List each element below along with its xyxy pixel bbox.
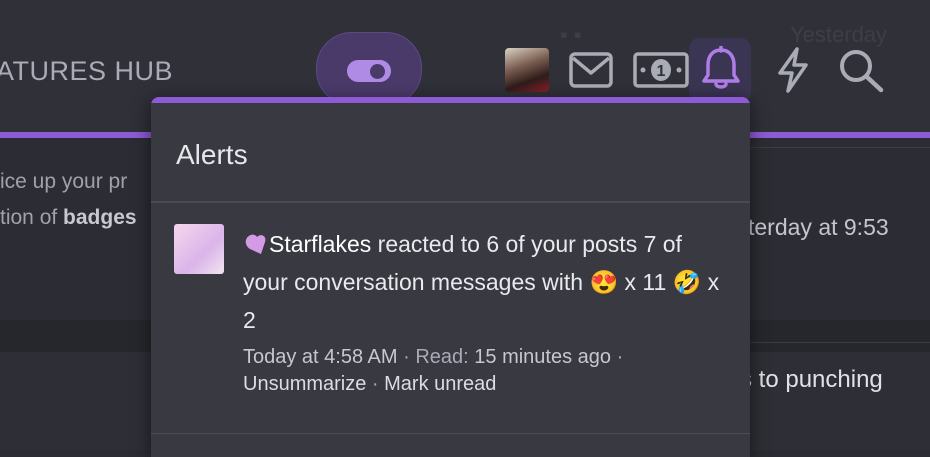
ghost-header-item: ▪ ▪ [560,22,582,47]
toggle-icon [347,60,391,82]
read-label: Read: [415,346,469,368]
user-avatar[interactable] [505,48,549,92]
background-divider [750,147,930,148]
background-text-line2: tion of badges [0,206,137,229]
background-snippet: s to punching [740,366,883,393]
bell-icon [702,46,740,89]
search-icon[interactable] [837,47,885,93]
unsummarize-link[interactable]: Unsummarize [243,373,366,395]
bolt-icon[interactable] [775,47,811,93]
alerts-dropdown: Alerts Starflakes reacted to 6 of your p… [151,97,750,457]
dropdown-divider-bottom [151,433,750,434]
money-icon-label: 1 [657,63,666,80]
read-time: 15 minutes ago [474,346,612,368]
background-divider-2 [750,342,930,343]
theme-toggle-button[interactable] [316,32,422,106]
heart-icon [245,234,266,254]
background-text-line1: ice up your pr [0,170,128,193]
alert-username[interactable]: Starflakes [269,231,371,257]
site-title[interactable]: ATURES HUB [0,56,173,87]
ghost-header-time: Yesterday [790,22,888,47]
rofl-emoji-icon: 🤣 [672,269,702,295]
alerts-title: Alerts [176,139,248,170]
mark-unread-link[interactable]: Mark unread [384,373,496,395]
alert-actions: Unsummarize · Mark unread [243,373,497,395]
alert-text: Starflakes reacted to 6 of your posts 7 … [243,225,728,339]
alert-user-avatar[interactable] [174,224,224,274]
money-icon[interactable]: 1 [633,52,689,88]
alert-time: Today at 4:58 AM [243,346,398,368]
reaction-count-1: x 11 [618,269,673,295]
heart-eyes-emoji-icon: 😍 [589,269,619,295]
alert-meta: Today at 4:58 AM · Read: 15 minutes ago … [243,346,624,368]
dropdown-accent-bar [151,97,750,103]
mail-icon[interactable] [568,51,614,89]
alert-item[interactable]: Starflakes reacted to 6 of your posts 7 … [151,203,750,433]
background-timestamp: terday at 9:53 [748,214,889,240]
